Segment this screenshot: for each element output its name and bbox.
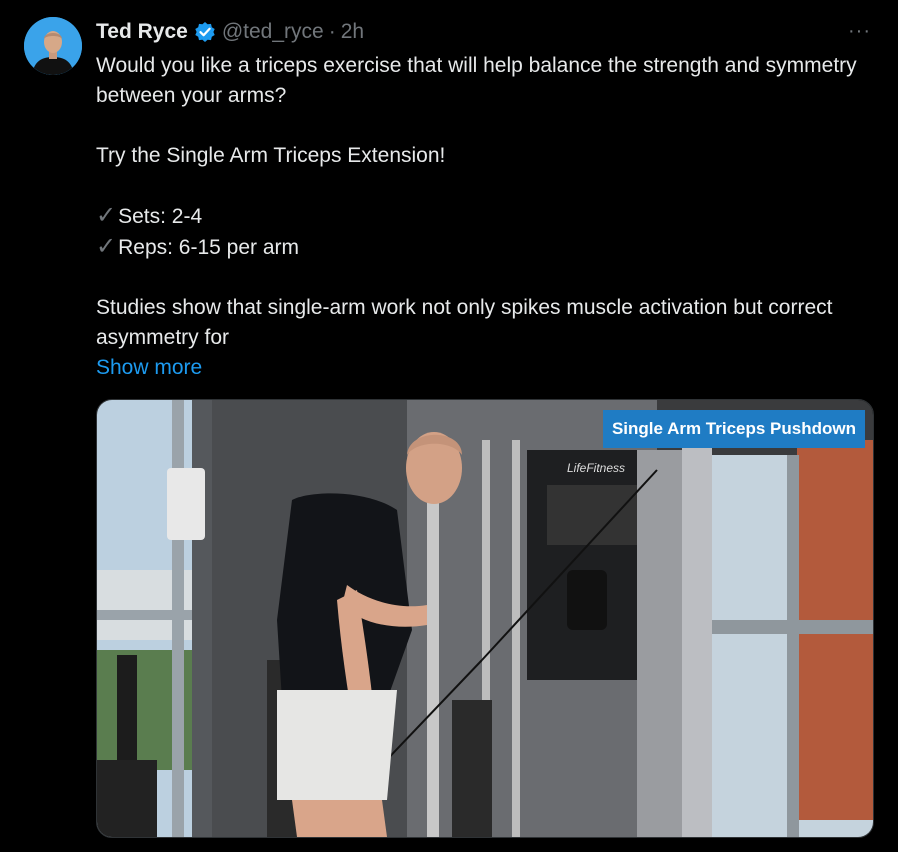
verified-badge-icon: [194, 21, 216, 43]
tweet-paragraph-1: Would you like a triceps exercise that w…: [96, 54, 857, 107]
video-frame: LifeFitness: [97, 400, 873, 837]
tweet-bullet-reps: ✓Reps: 6-15 per arm: [96, 232, 866, 263]
tweet-video[interactable]: LifeFitness Single Arm Triceps Pushdown: [96, 399, 874, 838]
tweet-bullet-sets: ✓Sets: 2-4: [96, 201, 866, 232]
bullet-reps-text: Reps: 6-15 per arm: [118, 236, 300, 259]
tweet-timestamp[interactable]: 2h: [341, 20, 364, 44]
tweet-header: Ted Ryce @ted_ryce · 2h: [96, 18, 364, 46]
checkmark-icon: ✓: [96, 202, 117, 229]
header-separator: ·: [328, 20, 336, 43]
show-more-link[interactable]: Show more: [96, 356, 202, 379]
author-name[interactable]: Ted Ryce: [96, 20, 188, 44]
more-options-icon[interactable]: ···: [848, 20, 871, 43]
checkmark-icon: ✓: [96, 233, 117, 260]
tweet-text: Would you like a triceps exercise that w…: [96, 51, 866, 383]
tweet-paragraph-2: Try the Single Arm Triceps Extension!: [96, 144, 446, 167]
bullet-sets-text: Sets: 2-4: [118, 205, 203, 228]
video-caption-label: Single Arm Triceps Pushdown: [602, 410, 865, 448]
author-avatar[interactable]: [24, 17, 82, 75]
author-handle[interactable]: @ted_ryce: [222, 20, 324, 44]
machine-brand-text: LifeFitness: [567, 461, 625, 475]
tweet-paragraph-3: Studies show that single-arm work not on…: [96, 296, 833, 349]
